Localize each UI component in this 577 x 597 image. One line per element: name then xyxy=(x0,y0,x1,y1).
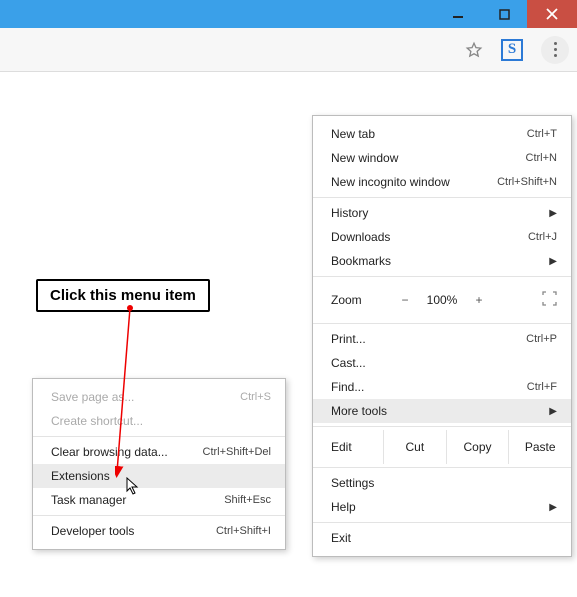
browser-toolbar: S xyxy=(0,28,577,72)
minimize-button[interactable] xyxy=(435,0,481,28)
submenu-save-page: Save page as...Ctrl+S xyxy=(33,385,285,409)
extension-badge-icon[interactable]: S xyxy=(501,39,523,61)
menu-history[interactable]: History▶ xyxy=(313,201,571,225)
menu-new-tab[interactable]: New tabCtrl+T xyxy=(313,122,571,146)
menu-edit-row: Edit Cut Copy Paste xyxy=(313,430,571,464)
menu-help[interactable]: Help▶ xyxy=(313,495,571,519)
menu-downloads[interactable]: DownloadsCtrl+J xyxy=(313,225,571,249)
menu-settings[interactable]: Settings xyxy=(313,471,571,495)
menu-new-window[interactable]: New windowCtrl+N xyxy=(313,146,571,170)
menu-new-incognito[interactable]: New incognito windowCtrl+Shift+N xyxy=(313,170,571,194)
more-tools-submenu: Save page as...Ctrl+S Create shortcut...… xyxy=(32,378,286,550)
submenu-arrow-icon: ▶ xyxy=(549,208,557,219)
fullscreen-icon[interactable] xyxy=(542,291,557,309)
submenu-arrow-icon: ▶ xyxy=(549,406,557,417)
submenu-task-manager[interactable]: Task managerShift+Esc xyxy=(33,488,285,512)
submenu-create-shortcut: Create shortcut... xyxy=(33,409,285,433)
main-menu: New tabCtrl+T New windowCtrl+N New incog… xyxy=(312,115,572,557)
instruction-callout: Click this menu item xyxy=(36,279,210,312)
zoom-label: Zoom xyxy=(331,293,389,307)
edit-copy-button[interactable]: Copy xyxy=(446,430,509,464)
menu-print[interactable]: Print...Ctrl+P xyxy=(313,327,571,351)
menu-bookmarks[interactable]: Bookmarks▶ xyxy=(313,249,571,273)
submenu-extensions[interactable]: Extensions xyxy=(33,464,285,488)
menu-more-tools[interactable]: More tools▶ xyxy=(313,399,571,423)
close-button[interactable] xyxy=(527,0,577,28)
submenu-arrow-icon: ▶ xyxy=(549,502,557,513)
zoom-percent: 100% xyxy=(421,293,463,307)
maximize-button[interactable] xyxy=(481,0,527,28)
bookmark-star-icon[interactable] xyxy=(465,41,483,59)
menu-cast[interactable]: Cast... xyxy=(313,351,571,375)
menu-button[interactable] xyxy=(541,36,569,64)
zoom-in-button[interactable]: + xyxy=(463,293,495,307)
menu-exit[interactable]: Exit xyxy=(313,526,571,550)
submenu-dev-tools[interactable]: Developer toolsCtrl+Shift+I xyxy=(33,519,285,543)
submenu-clear-data[interactable]: Clear browsing data...Ctrl+Shift+Del xyxy=(33,440,285,464)
submenu-arrow-icon: ▶ xyxy=(549,256,557,267)
menu-find[interactable]: Find...Ctrl+F xyxy=(313,375,571,399)
edit-label: Edit xyxy=(313,440,383,454)
window-titlebar xyxy=(0,0,577,28)
zoom-out-button[interactable]: − xyxy=(389,293,421,307)
menu-zoom-row: Zoom − 100% + xyxy=(313,280,571,320)
edit-paste-button[interactable]: Paste xyxy=(508,430,571,464)
edit-cut-button[interactable]: Cut xyxy=(383,430,446,464)
